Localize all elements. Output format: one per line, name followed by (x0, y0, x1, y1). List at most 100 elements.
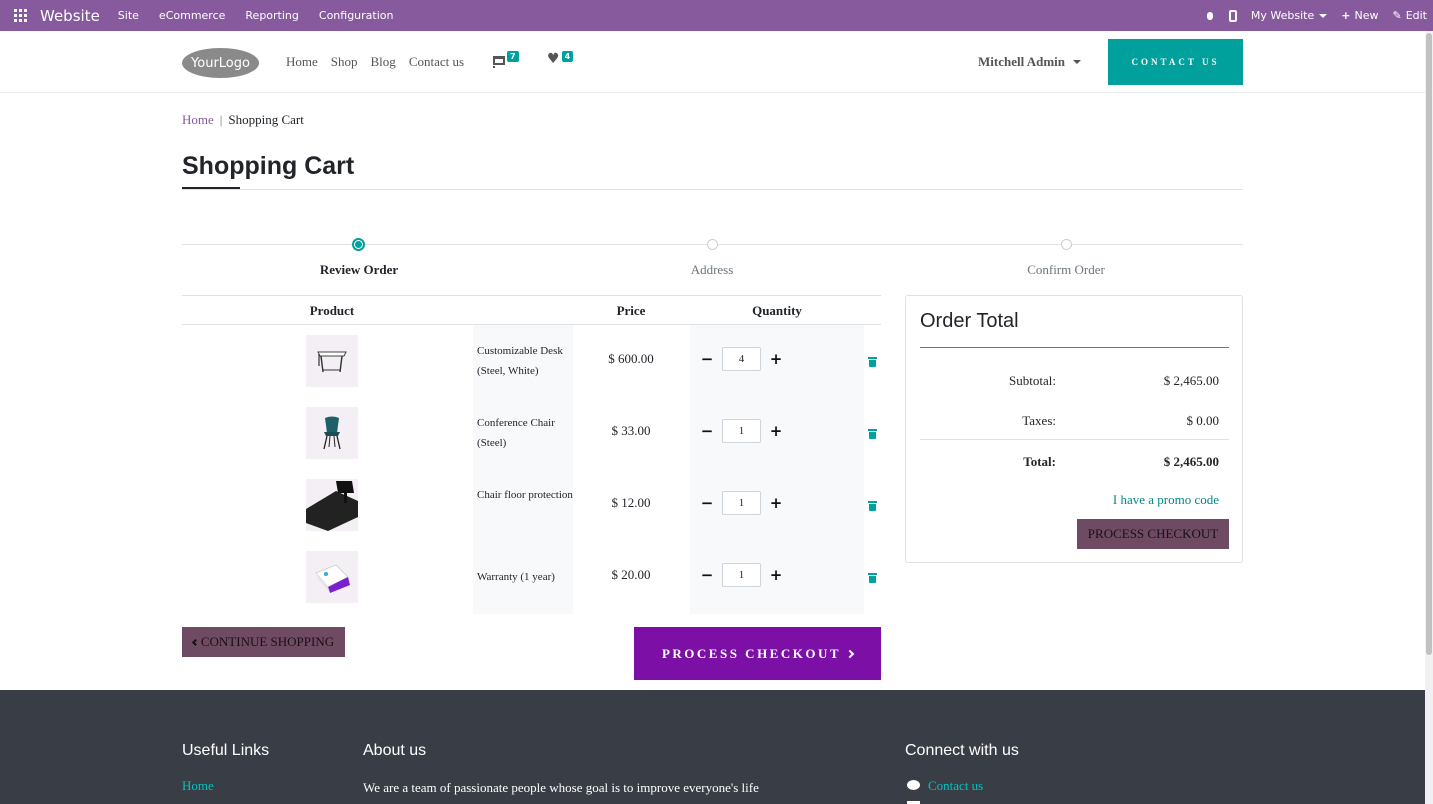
quantity-input[interactable] (722, 347, 761, 371)
product-name[interactable]: Chair floor protection (477, 485, 577, 505)
product-price: $ 20.00 (611, 567, 651, 582)
breadcrumb-home[interactable]: Home (182, 112, 214, 127)
continue-shopping-button[interactable]: CONTINUE SHOPPING (182, 627, 345, 657)
debug-bug-icon[interactable] (1205, 11, 1215, 21)
promo-code-link[interactable]: I have a promo code (1113, 492, 1219, 508)
breadcrumb-separator: | (219, 112, 223, 127)
admin-menu-ecommerce[interactable]: eCommerce (159, 9, 225, 22)
admin-bar: Website Site eCommerce Reporting Configu… (0, 0, 1433, 31)
plus-icon[interactable]: + (770, 419, 783, 443)
minus-icon[interactable]: − (701, 563, 714, 587)
product-image-warranty[interactable] (306, 551, 358, 603)
breadcrumb: Home | Shopping Cart (182, 112, 304, 128)
quantity-stepper: − + (701, 347, 783, 371)
title-divider (182, 189, 1243, 190)
table-top-border (182, 295, 881, 296)
footer-link-home[interactable]: Home (182, 778, 214, 794)
quantity-stepper: − + (701, 419, 783, 443)
plus-icon[interactable]: + (770, 563, 783, 587)
chevron-right-icon (845, 649, 855, 658)
minus-icon[interactable]: − (701, 347, 714, 371)
pencil-icon: ✎ (1392, 9, 1402, 22)
process-checkout-label: PROCESS CHECKOUT (661, 645, 842, 661)
contact-us-button[interactable]: CONTACT US (1108, 39, 1243, 85)
taxes-value: $ 0.00 (1186, 413, 1220, 428)
cart-row: Customizable Desk (Steel, White) $ 600.0… (182, 325, 881, 397)
product-image-floor-mat[interactable] (306, 479, 358, 531)
trash-icon[interactable] (868, 429, 877, 439)
wizard-step-dot-address (707, 239, 718, 250)
nav-blog[interactable]: Blog (371, 54, 396, 70)
user-name: Mitchell Admin (978, 54, 1066, 69)
quantity-input[interactable] (722, 491, 761, 515)
website-selector-label: My Website (1250, 9, 1315, 22)
column-header-product: Product (309, 303, 355, 318)
desk-icon (317, 351, 347, 373)
wizard-step-address[interactable]: Address (612, 262, 812, 278)
site-logo[interactable]: YourLogo (182, 48, 259, 78)
title-underline (182, 187, 240, 189)
footer-useful-links-title: Useful Links (182, 742, 270, 759)
plus-icon[interactable]: + (770, 347, 783, 371)
edit-label: Edit (1405, 9, 1427, 22)
nav-home[interactable]: Home (286, 54, 318, 70)
sidebar-process-checkout-button[interactable]: PROCESS CHECKOUT (1077, 519, 1229, 549)
trash-icon[interactable] (868, 573, 877, 583)
wishlist-link[interactable]: ♥ 4 (547, 51, 574, 67)
nav-shop[interactable]: Shop (331, 54, 358, 70)
minus-icon[interactable]: − (701, 419, 714, 443)
site-footer: Useful Links Home About us We are a team… (0, 690, 1425, 804)
footer-connect-title: Connect with us (905, 742, 1019, 759)
cart-row: Warranty (1 year) $ 20.00 − + (182, 541, 881, 613)
total-value: $ 2,465.00 (1163, 454, 1219, 469)
main-nav: Home Shop Blog Contact us (286, 31, 477, 93)
product-image-desk[interactable] (306, 335, 358, 387)
edit-button[interactable]: ✎ Edit (1392, 9, 1427, 22)
wizard-step-review[interactable]: Review Order (259, 262, 459, 278)
subtotal-label: Subtotal: (1009, 373, 1056, 388)
chevron-left-icon (191, 638, 199, 646)
admin-menu-configuration[interactable]: Configuration (319, 9, 394, 22)
trash-icon[interactable] (868, 501, 877, 511)
caret-down-icon (1319, 14, 1328, 18)
product-name[interactable]: Conference Chair (Steel) (477, 413, 577, 453)
cart-link[interactable]: 7 (493, 51, 519, 68)
user-menu[interactable]: Mitchell Admin (978, 31, 1082, 93)
admin-menu-site[interactable]: Site (118, 9, 139, 22)
cart-count-badge: 7 (507, 51, 519, 62)
total-label: Total: (1023, 454, 1056, 469)
new-button[interactable]: + New (1341, 9, 1378, 22)
plus-icon: + (1341, 9, 1351, 22)
column-header-price: Price (616, 303, 646, 318)
footer-about-text: We are a team of passionate people whose… (363, 780, 759, 795)
website-selector[interactable]: My Website (1250, 9, 1328, 22)
order-total-title: Order Total (920, 310, 1019, 332)
nav-contact-us[interactable]: Contact us (409, 54, 464, 70)
wizard-step-dot-review (352, 238, 365, 251)
continue-shopping-label: CONTINUE SHOPPING (200, 634, 335, 649)
quantity-input[interactable] (722, 563, 761, 587)
admin-menu-reporting[interactable]: Reporting (245, 9, 298, 22)
minus-icon[interactable]: − (701, 491, 714, 515)
process-checkout-button[interactable]: PROCESS CHECKOUT (634, 627, 881, 680)
plus-icon[interactable]: + (770, 491, 783, 515)
apps-menu-button[interactable] (0, 9, 40, 22)
caret-down-icon (1073, 60, 1082, 64)
wizard-step-confirm[interactable]: Confirm Order (966, 262, 1166, 278)
product-price: $ 33.00 (611, 423, 651, 438)
wizard-step-dot-confirm (1061, 239, 1072, 250)
product-image-chair[interactable] (306, 407, 358, 459)
product-name[interactable]: Customizable Desk (Steel, White) (477, 341, 577, 381)
mobile-preview-icon[interactable] (1228, 9, 1237, 22)
new-label: New (1354, 9, 1379, 22)
column-header-quantity: Quantity (752, 303, 802, 318)
order-total-divider (920, 347, 1229, 348)
product-price: $ 600.00 (608, 351, 654, 366)
page-scrollbar-thumb[interactable] (1426, 33, 1432, 655)
app-brand[interactable]: Website (40, 7, 100, 25)
quantity-input[interactable] (722, 419, 761, 443)
footer-link-contact-us[interactable]: Contact us (928, 778, 983, 794)
product-name[interactable]: Warranty (1 year) (477, 567, 577, 587)
trash-icon[interactable] (868, 357, 877, 367)
subtotal-value: $ 2,465.00 (1163, 373, 1219, 388)
